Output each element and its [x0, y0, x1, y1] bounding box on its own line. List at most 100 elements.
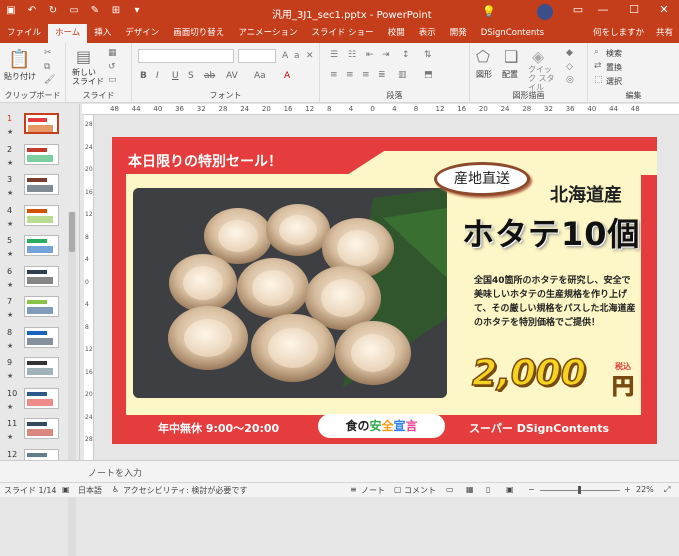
tab-design[interactable]: デザイン [118, 24, 166, 43]
font-grow-icon[interactable]: A [282, 51, 288, 61]
font-shrink-icon[interactable]: a [294, 51, 300, 61]
store-name[interactable]: スーパー DSignContents [469, 420, 609, 436]
zoom-slider-handle[interactable] [578, 486, 581, 494]
edit-icon[interactable]: ⊞ [109, 4, 123, 18]
justify-icon[interactable]: ≣ [378, 70, 386, 80]
reading-view-icon[interactable]: ▯ [486, 485, 490, 494]
underline-button[interactable]: U [172, 71, 179, 81]
accessibility-icon[interactable]: ♿ [112, 485, 119, 494]
tab-insert[interactable]: 挿入 [87, 24, 118, 43]
normal-view-icon[interactable]: ▭ [446, 485, 454, 494]
customize-qat-icon[interactable]: ▾ [130, 4, 144, 18]
find-icon[interactable]: ⌕ [594, 47, 599, 57]
smartart-icon[interactable]: ⬒ [424, 70, 433, 80]
quick-styles-icon[interactable]: ◈ [532, 47, 544, 66]
spellcheck-icon[interactable]: ▣ [62, 485, 70, 494]
line-spacing-icon[interactable]: ↕ [402, 50, 410, 60]
select-icon[interactable]: ⬚ [594, 75, 603, 85]
share-button[interactable]: 共有 [656, 24, 673, 43]
find-label[interactable]: 検索 [606, 48, 622, 59]
zoom-in-icon[interactable]: + [624, 485, 631, 494]
layout-icon[interactable]: ▦ [108, 48, 117, 58]
tab-home[interactable]: ホーム [48, 24, 88, 43]
arrange-label[interactable]: 配置 [502, 69, 518, 80]
copy-icon[interactable]: ⧉ [44, 62, 50, 72]
columns-icon[interactable]: ▥ [398, 70, 407, 80]
slide-thumbnail[interactable]: 1 ★ [4, 112, 74, 140]
bullets-icon[interactable]: ☰ [330, 50, 338, 60]
arrange-icon[interactable]: ❑ [504, 47, 518, 66]
origin-badge[interactable]: 産地直送 [434, 162, 530, 196]
close-button[interactable]: ✕ [655, 3, 673, 16]
language[interactable]: 日本語 [78, 485, 102, 496]
font-family-select[interactable] [138, 49, 234, 63]
tab-developer[interactable]: 開発 [443, 24, 474, 43]
zoom-level[interactable]: 22% [636, 485, 654, 494]
undo-icon[interactable]: ↶ [25, 4, 39, 18]
slide-sorter-icon[interactable]: ▦ [466, 485, 474, 494]
tab-dsigncontents[interactable]: DSignContents [474, 24, 551, 43]
tab-file[interactable]: ファイル [0, 24, 48, 43]
comments-toggle[interactable]: コメント [404, 485, 436, 496]
redo-icon[interactable]: ↻ [46, 4, 60, 18]
scallops-photo[interactable] [133, 188, 447, 398]
slide-thumbnail[interactable]: 11 ★ [4, 417, 74, 445]
draw-icon[interactable]: ✎ [88, 4, 102, 18]
align-right-icon[interactable]: ≡ [362, 70, 370, 80]
sale-title[interactable]: 本日限りの特別セール！ [128, 151, 282, 171]
ribbon-display-icon[interactable]: ▭ [569, 3, 587, 16]
shape-fill-icon[interactable]: ◆ [566, 48, 573, 58]
italic-button[interactable]: I [156, 71, 159, 81]
slide-thumbnail[interactable]: 5 ★ [4, 234, 74, 262]
shape-outline-icon[interactable]: ◇ [566, 62, 573, 72]
notes-pane[interactable]: ノートを入力 [0, 460, 679, 482]
slide[interactable]: 本日限りの特別セール！ 産地直送 北海道産 ホタテ10個 全国40箇所のホタテを… [112, 137, 657, 444]
business-hours[interactable]: 年中無休 9:00〜20:00 [158, 420, 279, 436]
price-text[interactable]: 2,000 [471, 352, 586, 395]
shapes-icon[interactable]: ⬠ [476, 47, 490, 66]
replace-icon[interactable]: ⇄ [594, 61, 602, 71]
new-slide-label[interactable]: 新しい スライド [72, 68, 104, 86]
cut-icon[interactable]: ✂ [44, 48, 52, 58]
tab-slideshow[interactable]: スライド ショー [304, 24, 380, 43]
product-title[interactable]: ホタテ10個 [462, 209, 641, 255]
char-spacing-button[interactable]: AV [226, 71, 238, 81]
fit-to-window-icon[interactable]: ⤢ [664, 485, 670, 495]
tab-animations[interactable]: アニメーション [231, 24, 304, 43]
start-slideshow-icon[interactable]: ▭ [67, 4, 81, 18]
new-slide-icon[interactable]: ▤ [76, 47, 91, 66]
slide-thumbnail[interactable]: 8 ★ [4, 326, 74, 354]
align-left-icon[interactable]: ≡ [330, 70, 338, 80]
slideshow-view-icon[interactable]: ▣ [506, 485, 514, 494]
slide-thumbnail[interactable]: 2 ★ [4, 143, 74, 171]
clear-format-icon[interactable]: ✕ [306, 51, 314, 61]
comments-icon[interactable]: ▢ [394, 485, 402, 494]
bold-button[interactable]: B [140, 71, 147, 81]
select-label[interactable]: 選択 [606, 76, 622, 87]
shadow-button[interactable]: S [188, 71, 194, 81]
paste-icon[interactable]: 📋 [8, 49, 30, 70]
save-icon[interactable]: ▣ [4, 4, 18, 18]
font-color-button[interactable]: A [284, 71, 290, 81]
slide-thumbnail[interactable]: 4 ★ [4, 204, 74, 232]
quick-styles-label[interactable]: クイック スタイル [528, 65, 558, 92]
lightbulb-icon[interactable]: 💡 [482, 5, 496, 18]
align-center-icon[interactable]: ≡ [346, 70, 354, 80]
notes-toggle[interactable]: ノート [361, 485, 385, 496]
slide-thumbnail[interactable]: 3 ★ [4, 173, 74, 201]
region-text[interactable]: 北海道産 [550, 181, 622, 207]
reset-icon[interactable]: ↺ [108, 62, 116, 72]
slide-thumbnail[interactable]: 9 ★ [4, 356, 74, 384]
tab-review[interactable]: 校閲 [381, 24, 412, 43]
shapes-label[interactable]: 図形 [476, 69, 492, 80]
numbering-icon[interactable]: ☷ [348, 50, 356, 60]
section-icon[interactable]: ▭ [108, 75, 117, 85]
increase-indent-icon[interactable]: ⇥ [382, 50, 390, 60]
avatar[interactable] [537, 4, 553, 20]
slide-thumbnail[interactable]: 6 ★ [4, 265, 74, 293]
minimize-button[interactable]: — [594, 3, 612, 16]
notes-icon[interactable]: ≡ [350, 485, 357, 494]
tab-transitions[interactable]: 画面切り替え [166, 24, 231, 43]
maximize-button[interactable]: ☐ [625, 3, 643, 16]
replace-label[interactable]: 置換 [606, 62, 622, 73]
